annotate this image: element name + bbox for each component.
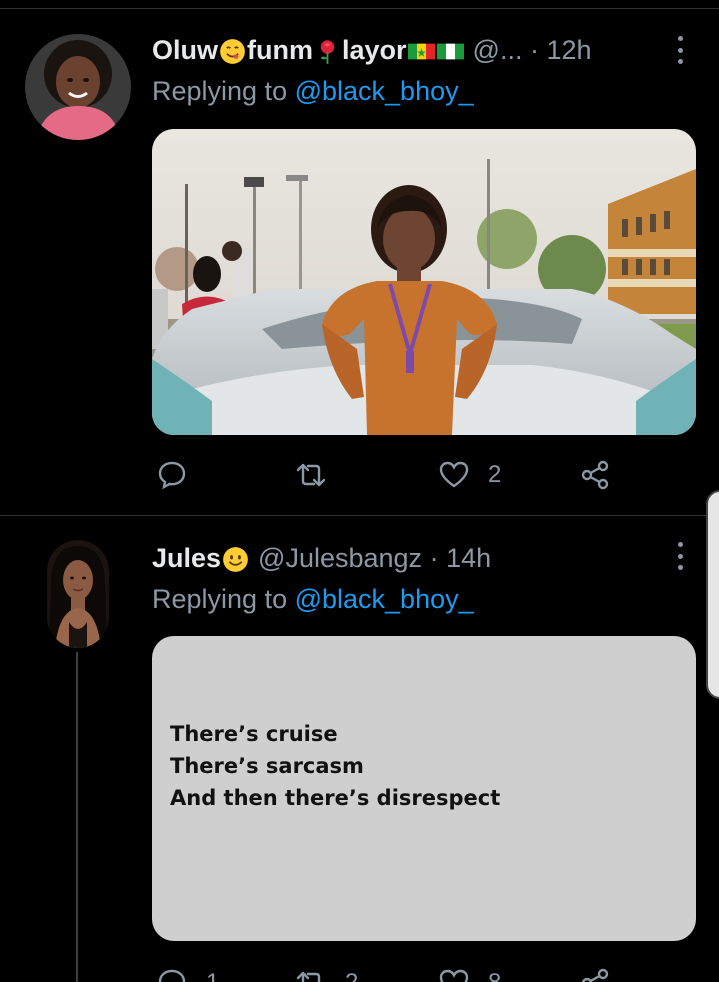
like-count: 8	[488, 969, 501, 982]
card-line: There’s cruise	[170, 722, 338, 746]
tweet-actions: 1 2 8	[152, 963, 696, 982]
heart-icon	[438, 967, 470, 982]
timeline: Oluw funm layor @... · 12h Replying to @bl…	[0, 0, 719, 982]
heart-icon	[438, 459, 470, 491]
thread-line	[76, 652, 78, 982]
like-button[interactable]: 2	[438, 455, 501, 495]
display-name[interactable]: Jules	[152, 543, 250, 574]
reply-icon	[156, 459, 188, 491]
handle[interactable]: @...	[473, 35, 523, 66]
card-line: There’s sarcasm	[170, 754, 364, 778]
tweet-image-text-card[interactable]: There’s cruise There’s sarcasm And then …	[152, 636, 696, 941]
tweet-2[interactable]: Jules @Julesbangz · 14h Replying to @bla…	[0, 516, 719, 982]
tweet-header: Oluw funm layor @... · 12h	[152, 32, 592, 68]
share-button[interactable]	[579, 963, 611, 982]
card-text: There’s cruise There’s sarcasm And then …	[170, 718, 500, 814]
replying-to-line: Replying to @black_bhoy_	[152, 584, 474, 615]
reply-icon	[156, 967, 188, 982]
more-options-icon[interactable]	[675, 542, 685, 570]
timestamp[interactable]: 14h	[446, 543, 491, 574]
flag-nigeria-icon	[436, 38, 464, 65]
handle[interactable]: @Julesbangz	[258, 543, 422, 574]
share-icon	[579, 459, 611, 491]
share-button[interactable]	[579, 455, 611, 495]
replying-prefix: Replying to	[152, 584, 295, 614]
scrollbar-handle[interactable]	[706, 490, 719, 699]
reply-count: 1	[206, 969, 219, 982]
retweet-button[interactable]: 2	[295, 963, 358, 982]
reply-button[interactable]: 1	[156, 963, 219, 982]
reply-button[interactable]	[156, 455, 206, 495]
flag-senegal-icon	[407, 38, 435, 65]
separator-dot: ·	[522, 34, 547, 65]
like-count: 2	[488, 461, 502, 488]
rose-icon	[314, 38, 341, 65]
display-name[interactable]: Oluw funm layor	[152, 35, 465, 66]
retweet-icon	[295, 459, 327, 491]
tweet-1[interactable]: Oluw funm layor @... · 12h Replying to @bl…	[0, 0, 719, 515]
tweet-photo[interactable]	[152, 129, 696, 435]
replying-to-line: Replying to @black_bhoy_	[152, 76, 474, 107]
retweet-button[interactable]	[295, 455, 345, 495]
timestamp[interactable]: 12h	[546, 35, 591, 66]
face-savoring-icon	[219, 38, 246, 65]
retweet-icon	[295, 967, 327, 982]
share-icon	[579, 967, 611, 982]
avatar[interactable]	[25, 34, 131, 140]
replying-prefix: Replying to	[152, 76, 295, 106]
like-button[interactable]: 8	[438, 963, 501, 982]
retweet-count: 2	[345, 969, 358, 982]
tweet-actions: 2	[152, 455, 696, 495]
smiling-face-icon	[222, 546, 249, 573]
more-options-icon[interactable]	[675, 36, 685, 64]
separator-dot: ·	[422, 542, 447, 573]
card-line: And then there’s disrespect	[170, 786, 501, 810]
avatar[interactable]	[47, 540, 109, 648]
mention-link[interactable]: @black_bhoy_	[295, 76, 474, 106]
mention-link[interactable]: @black_bhoy_	[295, 584, 474, 614]
tweet-header: Jules @Julesbangz · 14h	[152, 540, 491, 576]
